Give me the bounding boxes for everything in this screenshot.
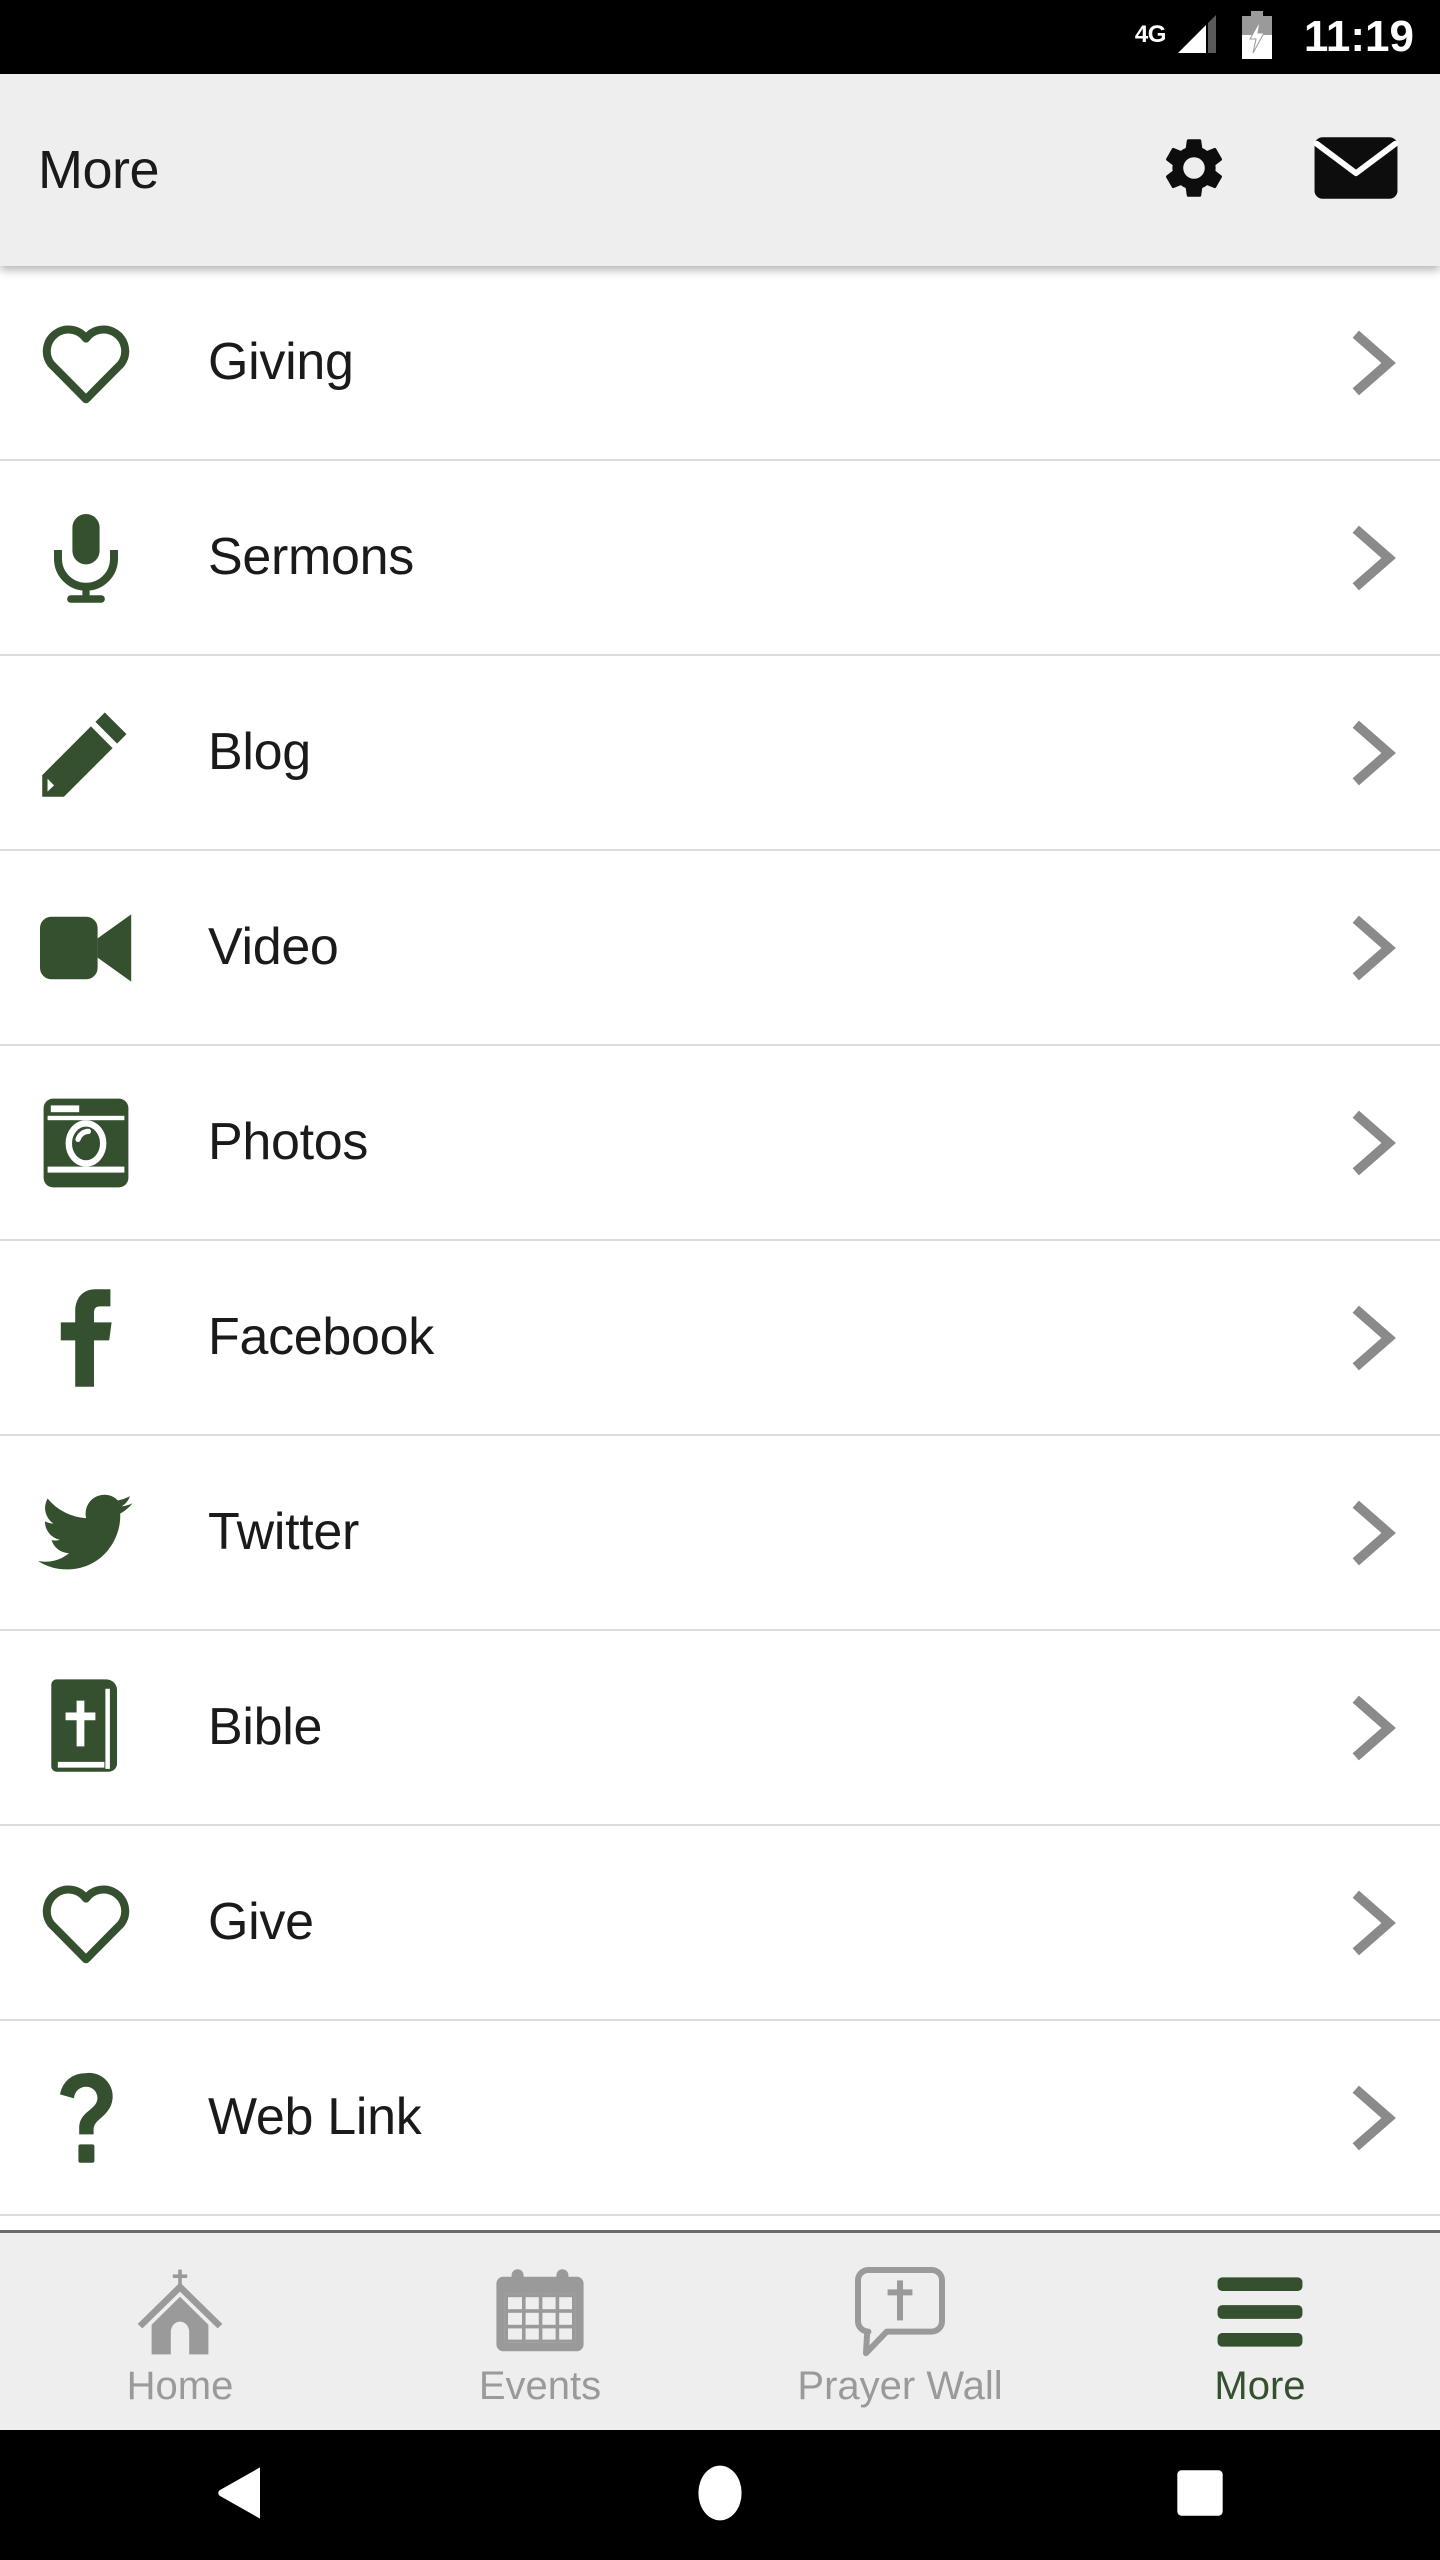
signal-bars-icon [1176, 14, 1218, 60]
app-header: More [0, 74, 1440, 266]
question-mark-icon [38, 2070, 134, 2166]
list-item-photos[interactable]: Photos [0, 1046, 1440, 1241]
pencil-icon [38, 705, 134, 801]
list-item-giving[interactable]: Giving [0, 266, 1440, 461]
list-item-label: Photos [208, 1112, 369, 1171]
list-item-label: Bible [208, 1697, 323, 1756]
android-nav-bar [0, 2430, 1440, 2560]
microphone-icon [38, 510, 134, 606]
bottom-tab-bar: Home Events Prayer Wall More [0, 2230, 1440, 2430]
list-item-label: Giving [208, 332, 354, 391]
status-bar-right: 4G 11:19 [1134, 10, 1414, 64]
recents-square-icon [1175, 2467, 1225, 2524]
list-item-facebook[interactable]: Facebook [0, 1241, 1440, 1436]
chevron-right-icon [1346, 330, 1402, 396]
list-item-label: Video [208, 917, 339, 976]
facebook-icon [38, 1288, 134, 1387]
list-item-label: Blog [208, 722, 311, 781]
mail-button[interactable] [1310, 124, 1402, 216]
bible-book-icon [38, 1678, 134, 1776]
twitter-bird-icon [38, 1485, 134, 1581]
tab-prayer-wall[interactable]: Prayer Wall [720, 2233, 1080, 2430]
chevron-right-icon [1346, 525, 1402, 591]
header-actions [1148, 124, 1402, 216]
app-root: 4G 11:19 More Giving Sermons Blog Video … [0, 0, 1440, 2560]
tab-label: Events [478, 2363, 602, 2408]
recents-button[interactable] [1115, 2430, 1285, 2560]
chevron-right-icon [1346, 1890, 1402, 1956]
home-circle-icon [693, 2464, 747, 2527]
tab-label: Prayer Wall [797, 2363, 1003, 2408]
list-item-bible[interactable]: Bible [0, 1631, 1440, 1826]
chevron-right-icon [1346, 1695, 1402, 1761]
cross-bubble-icon [853, 2264, 947, 2360]
list-item-blog[interactable]: Blog [0, 656, 1440, 851]
chevron-right-icon [1346, 915, 1402, 981]
list-item-label: Web Link [208, 2087, 422, 2146]
chevron-right-icon [1346, 720, 1402, 786]
heart-outline-icon [38, 315, 134, 411]
home-button[interactable] [635, 2430, 805, 2560]
chevron-right-icon [1346, 1110, 1402, 1176]
list-item-label: Facebook [208, 1307, 434, 1366]
back-triangle-icon [214, 2465, 266, 2526]
tab-more[interactable]: More [1080, 2233, 1440, 2430]
back-button[interactable] [155, 2430, 325, 2560]
battery-charging-icon [1240, 10, 1274, 64]
tab-home[interactable]: Home [0, 2233, 360, 2430]
more-menu-list[interactable]: Giving Sermons Blog Video Photos Faceboo… [0, 266, 1440, 2230]
settings-button[interactable] [1148, 124, 1240, 216]
network-type-label: 4G [1134, 20, 1167, 48]
list-item-sermons[interactable]: Sermons [0, 461, 1440, 656]
chevron-right-icon [1346, 2085, 1402, 2151]
tab-events[interactable]: Events [360, 2233, 720, 2430]
status-bar-clock: 11:19 [1303, 12, 1414, 61]
video-camera-icon [38, 900, 134, 996]
list-item-video[interactable]: Video [0, 851, 1440, 1046]
camera-icon [38, 1095, 134, 1191]
list-item-web-link[interactable]: Web Link [0, 2021, 1440, 2216]
heart-outline-icon [38, 1875, 134, 1971]
calendar-icon [494, 2264, 586, 2360]
chevron-right-icon [1346, 1500, 1402, 1566]
church-icon [132, 2264, 228, 2360]
list-item-label: Sermons [208, 527, 414, 586]
tab-label: More [1214, 2363, 1306, 2408]
page-title: More [38, 140, 160, 200]
list-item-twitter[interactable]: Twitter [0, 1436, 1440, 1631]
chevron-right-icon [1346, 1305, 1402, 1371]
status-bar: 4G 11:19 [0, 0, 1440, 74]
envelope-icon [1313, 135, 1399, 206]
tab-label: Home [126, 2363, 234, 2408]
gear-icon [1158, 132, 1230, 209]
list-item-give[interactable]: Give [0, 1826, 1440, 2021]
hamburger-menu-icon [1214, 2264, 1306, 2360]
list-item-label: Twitter [208, 1502, 360, 1561]
list-item-label: Give [208, 1892, 314, 1951]
